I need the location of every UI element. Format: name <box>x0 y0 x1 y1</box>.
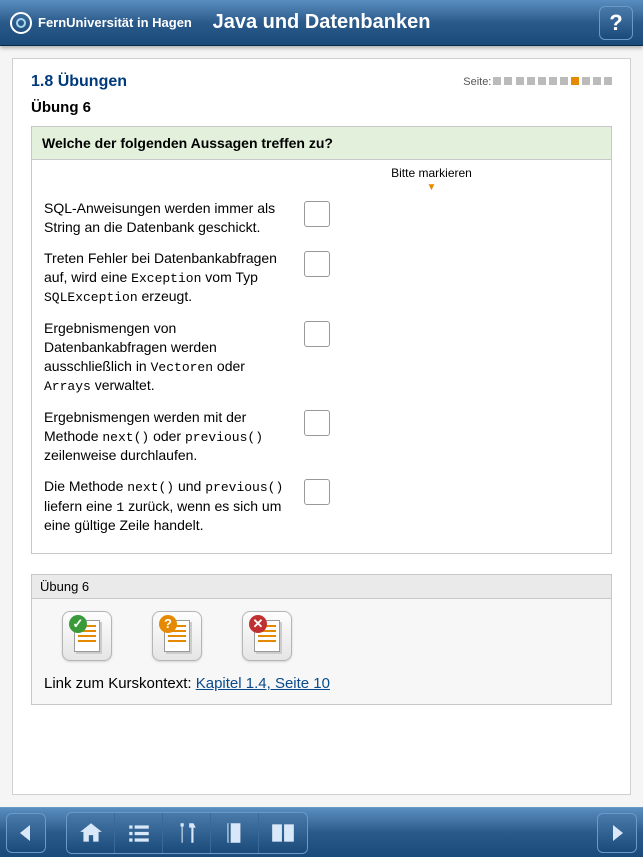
content-area: 1.8 Übungen Seite: Übung 6 Welche der fo… <box>12 58 631 795</box>
question-text: Die Methode next() und previous() liefer… <box>44 477 284 535</box>
question-row: Ergebnismengen werden mit der Methode ne… <box>44 402 599 471</box>
question-row: Die Methode next() und previous() liefer… <box>44 471 599 541</box>
page-title: Java und Datenbanken <box>213 11 431 34</box>
page-square[interactable] <box>516 77 524 85</box>
page-square[interactable] <box>504 77 512 85</box>
help-button[interactable]: ? <box>599 6 633 40</box>
context-label: Link zum Kurskontext: <box>44 675 196 692</box>
check-answer-button[interactable]: ✓ <box>62 611 112 661</box>
answer-checkbox[interactable] <box>304 321 330 347</box>
question-text: SQL-Anweisungen werden immer als String … <box>44 199 284 237</box>
logo-icon <box>10 12 32 34</box>
context-link[interactable]: Kapitel 1.4, Seite 10 <box>196 675 330 692</box>
tool-group <box>66 812 308 854</box>
page-square[interactable] <box>560 77 568 85</box>
home-button[interactable] <box>67 813 115 853</box>
page-square[interactable] <box>549 77 557 85</box>
question-row: Ergebnismengen von Datenbankabfragen wer… <box>44 313 599 402</box>
page-double-button[interactable] <box>259 813 307 853</box>
question-prompt: Welche der folgenden Aussagen treffen zu… <box>32 127 611 160</box>
section-title: 1.8 Übungen <box>31 73 127 91</box>
answer-checkbox[interactable] <box>304 201 330 227</box>
question-text: Ergebnismengen von Datenbankabfragen wer… <box>44 319 284 396</box>
question-text: Treten Fehler bei Datenbankabfragen auf,… <box>44 249 284 307</box>
page-square[interactable] <box>493 77 501 85</box>
page-label: Seite: <box>463 76 491 88</box>
mark-hint: Bitte markieren <box>44 166 599 180</box>
org-logo: FernUniversität in Hagen <box>10 12 192 34</box>
prev-button[interactable] <box>6 813 46 853</box>
reset-button[interactable]: ✕ <box>242 611 292 661</box>
exercise-subheading: Übung 6 <box>31 99 612 116</box>
page-square[interactable] <box>593 77 601 85</box>
contents-button[interactable] <box>115 813 163 853</box>
down-arrow-icon: ▼ <box>44 182 599 193</box>
course-context-link-row: Link zum Kurskontext: Kapitel 1.4, Seite… <box>44 675 599 692</box>
answer-checkbox[interactable] <box>304 251 330 277</box>
tools-button[interactable] <box>163 813 211 853</box>
document-reset-icon: ✕ <box>254 620 280 652</box>
page-square[interactable] <box>571 77 579 85</box>
question-row: SQL-Anweisungen werden immer als String … <box>44 193 599 243</box>
page-indicator: Seite: <box>463 76 612 88</box>
exercise-footer-panel: Übung 6 ✓ ? ✕ Link zum Kurskontext: Kapi… <box>31 574 612 705</box>
page-single-button[interactable] <box>211 813 259 853</box>
next-button[interactable] <box>597 813 637 853</box>
document-hint-icon: ? <box>164 620 190 652</box>
page-square[interactable] <box>527 77 535 85</box>
app-header: FernUniversität in Hagen Java und Datenb… <box>0 0 643 46</box>
question-text: Ergebnismengen werden mit der Methode ne… <box>44 408 284 465</box>
question-row: Treten Fehler bei Datenbankabfragen auf,… <box>44 243 599 313</box>
bottom-toolbar <box>0 807 643 857</box>
page-square[interactable] <box>582 77 590 85</box>
answer-checkbox[interactable] <box>304 479 330 505</box>
answer-checkbox[interactable] <box>304 410 330 436</box>
document-check-icon: ✓ <box>74 620 100 652</box>
question-box: Welche der folgenden Aussagen treffen zu… <box>31 126 612 554</box>
page-square[interactable] <box>538 77 546 85</box>
hint-button[interactable]: ? <box>152 611 202 661</box>
page-square[interactable] <box>604 77 612 85</box>
footer-panel-title: Übung 6 <box>32 575 611 599</box>
org-name: FernUniversität in Hagen <box>38 15 192 30</box>
